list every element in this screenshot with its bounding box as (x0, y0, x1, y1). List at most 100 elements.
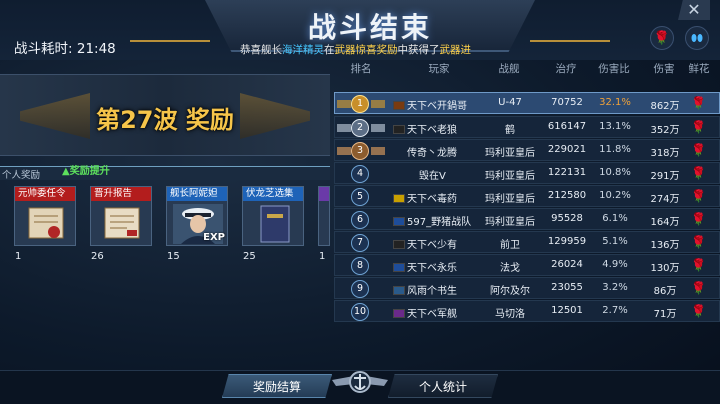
heal-value: 212580 (547, 190, 587, 201)
rank-badge: 9 (351, 280, 369, 298)
player-name: 天下ベ少有 (393, 236, 483, 251)
battle-time-label: 战斗耗时: (14, 41, 73, 57)
tab-personal-stats[interactable]: 个人统计 (388, 374, 498, 398)
close-button[interactable]: ✕ (678, 0, 710, 20)
table-header: 排名 玩家 战舰 治疗 伤害比 伤害 鲜花 (334, 60, 720, 76)
ship-name: 玛利亚皇后 (485, 194, 535, 205)
header-damage: 伤害 (653, 63, 675, 75)
heal-value: 95528 (551, 213, 583, 224)
damage-value: 274万 (650, 194, 680, 205)
broadcast-ticker: 恭喜舰长海洋精灵在武器惊喜奖励中获得了武器进 (240, 44, 471, 56)
heal-value: 70752 (551, 97, 583, 108)
damage-ratio: 32.1% (599, 97, 631, 108)
table-row[interactable]: 1 天下ベ开鍋哥 U-47 70752 32.1% 862万 🌹 (334, 92, 720, 114)
damage-ratio: 10.8% (599, 167, 631, 178)
flower-icon[interactable]: 🌹 (691, 189, 706, 203)
damage-ratio: 11.8% (599, 144, 631, 155)
table-row[interactable]: 6 597_野猪战队 玛利亚皇后 95528 6.1% 164万 🌹 (334, 208, 720, 230)
footprint-icon[interactable] (685, 26, 709, 50)
heal-value: 229021 (547, 144, 587, 155)
flower-icon[interactable]: 🌹 (691, 166, 706, 180)
table-row[interactable]: 8 天下ベ永乐 法戈 26024 4.9% 130万 🌹 (334, 254, 720, 276)
player-name: 风雨个书生 (393, 282, 483, 297)
damage-ratio: 3.2% (602, 282, 628, 293)
damage-value: 862万 (650, 101, 680, 112)
flower-icon[interactable]: 🌹 (691, 304, 706, 318)
reward-card[interactable]: 元帅委任令 1 (14, 186, 76, 262)
damage-value: 71万 (653, 309, 677, 320)
flower-icon[interactable]: 🌹 (691, 235, 706, 249)
wave-reward-title: 第27波 奖励 (96, 106, 234, 134)
table-row[interactable]: 4 毁在V 玛利亚皇后 122131 10.8% 291万 🌹 (334, 162, 720, 184)
player-name: 天下ベ毒药 (393, 190, 483, 205)
flower-icon[interactable]: 🌹 (691, 212, 706, 226)
table-row[interactable]: 7 天下ベ少有 前卫 129959 5.1% 136万 🌹 (334, 231, 720, 253)
table-row[interactable]: 2 天下ベ老狼 鹤 616147 13.1% 352万 🌹 (334, 116, 720, 138)
book-icon (260, 205, 290, 243)
rank-badge: 6 (351, 211, 369, 229)
damage-value: 291万 (650, 171, 680, 182)
rank-badge: 5 (351, 188, 369, 206)
reward-card-title: 伏龙芝选集 (243, 187, 303, 201)
header-heal: 治疗 (555, 63, 577, 75)
reward-header: 个人奖励 ▲奖励提升 (0, 166, 330, 181)
rank-badge: 7 (351, 234, 369, 252)
flower-icon[interactable]: 🌹 (691, 120, 706, 134)
reward-cards: 元帅委任令 1 晋升报告 26 舰长阿妮妲 EXP 15 伏龙芝选集 25 1 (0, 182, 330, 262)
reward-card[interactable]: 伏龙芝选集 25 (242, 186, 304, 262)
damage-ratio: 4.9% (602, 259, 628, 270)
gold-stripe-left (130, 40, 210, 42)
damage-value: 164万 (650, 217, 680, 228)
damage-value: 130万 (650, 263, 680, 274)
heal-value: 616147 (547, 121, 587, 132)
battle-timer: 战斗耗时: 21:48 (14, 37, 116, 57)
table-row[interactable]: 9 风雨个书生 阿尔及尔 23055 3.2% 86万 🌹 (334, 277, 720, 299)
table-row[interactable]: 3 传奇丶龙腾 玛利亚皇后 229021 11.8% 318万 🌹 (334, 139, 720, 161)
heal-value: 129959 (547, 236, 587, 247)
player-name: 传奇丶龙腾 (407, 148, 457, 159)
heal-value: 23055 (551, 282, 583, 293)
flower-icon[interactable]: 🌹 (691, 281, 706, 295)
heal-value: 122131 (547, 167, 587, 178)
battle-time-value: 21:48 (76, 41, 116, 57)
ship-name: 玛利亚皇后 (485, 148, 535, 159)
scroll-icon (28, 207, 64, 239)
flower-icon[interactable]: 🌹 (691, 143, 706, 157)
ship-name: 鹤 (505, 125, 515, 136)
reward-card[interactable]: 晋升报告 26 (90, 186, 152, 262)
exp-label: EXP (203, 232, 225, 243)
damage-ratio: 13.1% (599, 121, 631, 132)
ship-name: 法戈 (500, 263, 520, 274)
navy-emblem-icon (332, 371, 388, 393)
tab-reward-settlement[interactable]: 奖励结算 (222, 374, 332, 398)
rank-badge: 10 (351, 303, 369, 321)
damage-ratio: 6.1% (602, 213, 628, 224)
player-name: 天下ベ开鍋哥 (393, 97, 483, 112)
ship-name: U-47 (498, 97, 522, 108)
header-damage-ratio: 伤害比 (598, 63, 630, 75)
reward-card-qty: 25 (243, 251, 256, 262)
reward-upgrade-label: ▲奖励提升 (62, 166, 110, 177)
rank-badge: 8 (351, 257, 369, 275)
reward-card-qty: 1 (15, 251, 22, 262)
ship-name: 玛利亚皇后 (485, 171, 535, 182)
header-player: 玩家 (428, 63, 450, 75)
table-row[interactable]: 5 天下ベ毒药 玛利亚皇后 212580 10.2% 274万 🌹 (334, 185, 720, 207)
rank-badge: 3 (351, 142, 369, 160)
heal-value: 26024 (551, 259, 583, 270)
reward-card-qty: 15 (167, 251, 180, 262)
flower-icon[interactable]: 🌹 (691, 96, 706, 110)
header-rank: 排名 (350, 63, 372, 75)
rose-icon[interactable]: 🌹 (650, 26, 674, 50)
damage-value: 318万 (650, 148, 680, 159)
reward-card-title: 元帅委任令 (15, 187, 75, 201)
flower-icon[interactable]: 🌹 (691, 258, 706, 272)
player-name: 毁在V (419, 171, 446, 182)
table-row[interactable]: 10 天下ベ军舰 马切洛 12501 2.7% 71万 🌹 (334, 300, 720, 322)
header-ship: 战舰 (498, 63, 520, 75)
reward-card[interactable]: 舰长阿妮妲 EXP 15 (166, 186, 228, 262)
personal-reward-label: 个人奖励 (2, 170, 41, 181)
damage-ratio: 5.1% (602, 236, 628, 247)
player-name: 天下ベ永乐 (393, 259, 483, 274)
reward-card-partial[interactable]: 1 (318, 186, 330, 262)
